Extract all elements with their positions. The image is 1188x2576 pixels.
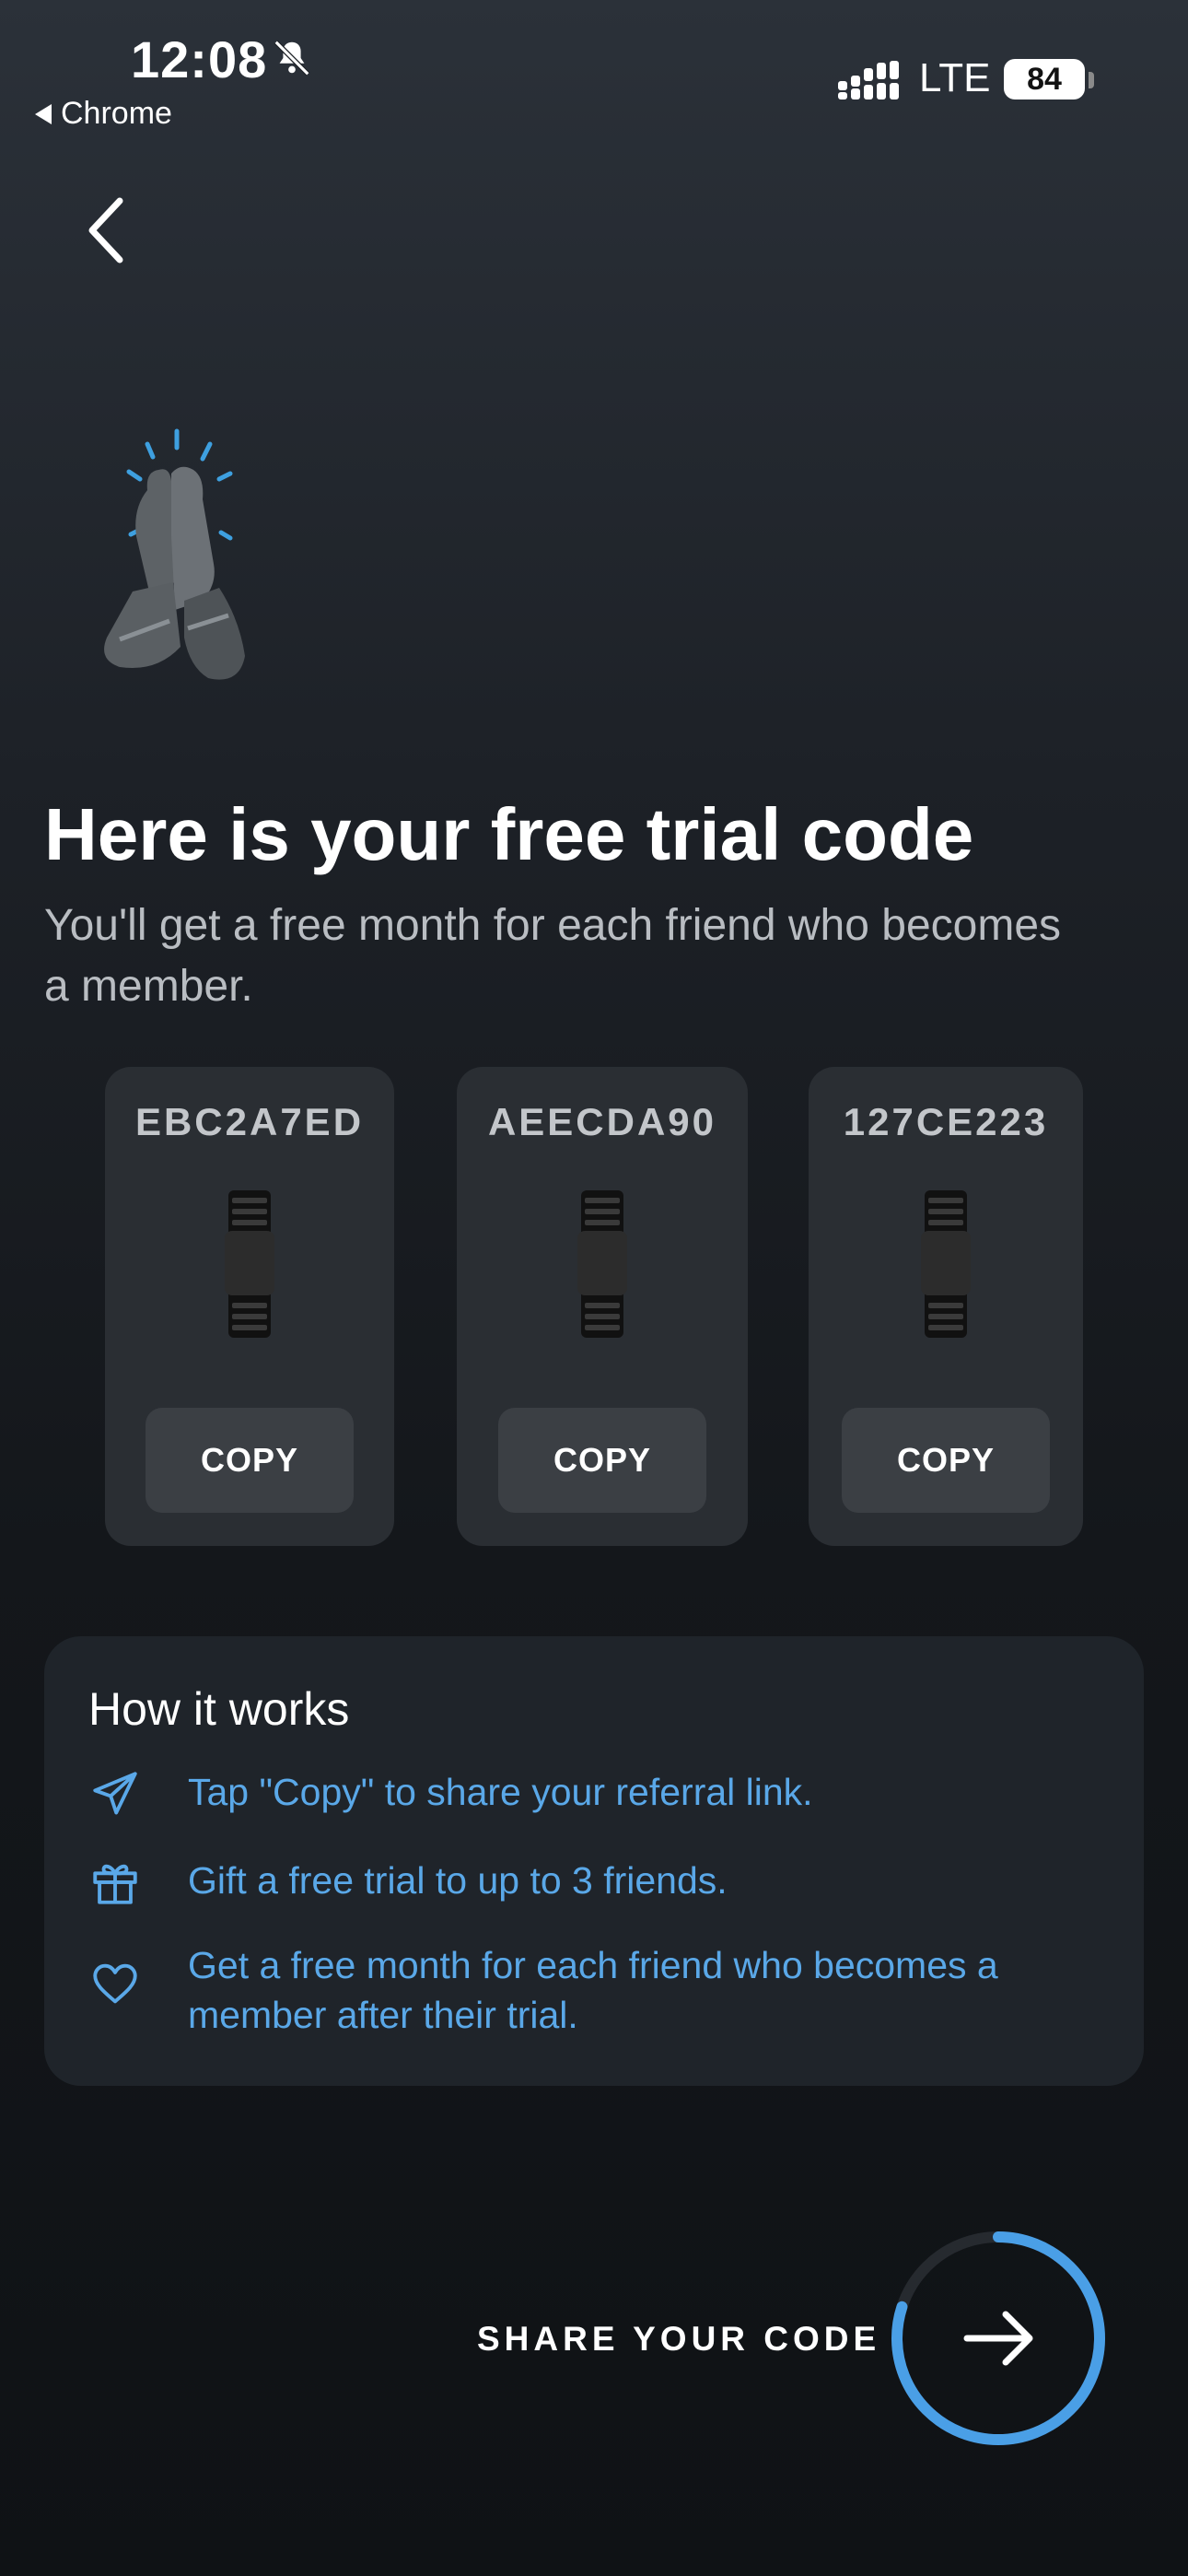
band-device-image (577, 1190, 627, 1338)
heart-icon (93, 1963, 137, 2004)
copy-button[interactable]: COPY (842, 1408, 1050, 1513)
how-it-works-item: Get a free month for each friend who bec… (88, 1940, 1072, 2040)
how-it-works-item: Gift a free trial to up to 3 friends. (88, 1856, 1072, 1909)
bell-slash-icon (274, 40, 310, 76)
trial-code: EBC2A7ED (134, 1100, 365, 1143)
band-device-image (921, 1190, 971, 1338)
trial-code: 127CE223 (843, 1100, 1049, 1143)
signal-icon (838, 61, 899, 100)
battery-cap (1089, 72, 1094, 88)
back-button[interactable] (74, 184, 138, 276)
how-it-works-title: How it works (88, 1683, 350, 1735)
code-card: AEECDA90 COPY (457, 1067, 748, 1546)
share-your-code-label[interactable]: SHARE YOUR CODE (477, 2320, 880, 2359)
back-app-label: Chrome (61, 96, 172, 131)
share-next-button[interactable] (888, 2228, 1109, 2449)
paper-plane-icon (93, 1772, 137, 1815)
back-to-app-link[interactable]: Chrome (35, 96, 172, 132)
code-card: EBC2A7ED COPY (105, 1067, 394, 1546)
chevron-left-icon (88, 197, 123, 263)
back-triangle-icon (35, 103, 52, 124)
page-title: Here is your free trial code (44, 793, 974, 875)
gift-icon (93, 1864, 137, 1904)
high-five-hands-icon (104, 428, 245, 680)
battery-indicator: 84 (1004, 59, 1085, 100)
how-it-works-card: How it works Tap "Copy" to share your re… (44, 1636, 1144, 2086)
page-subtitle: You'll get a free month for each friend … (44, 901, 1062, 1011)
how-it-works-text: Tap "Copy" to share your referral link. (188, 1771, 813, 1813)
how-it-works-item: Tap "Copy" to share your referral link. (88, 1767, 1072, 1821)
trial-code: AEECDA90 (487, 1100, 717, 1143)
how-it-works-text: Gift a free trial to up to 3 friends. (188, 1859, 728, 1902)
band-device-image (225, 1190, 274, 1338)
code-card: 127CE223 COPY (809, 1067, 1083, 1546)
status-time: 12:08 (131, 30, 268, 88)
arrow-right-icon (963, 2311, 1033, 2366)
how-it-works-text: Get a free month for each friend who bec… (188, 1944, 998, 2036)
copy-button[interactable]: COPY (498, 1408, 706, 1513)
copy-button[interactable]: COPY (146, 1408, 354, 1513)
network-type: LTE (919, 55, 991, 100)
